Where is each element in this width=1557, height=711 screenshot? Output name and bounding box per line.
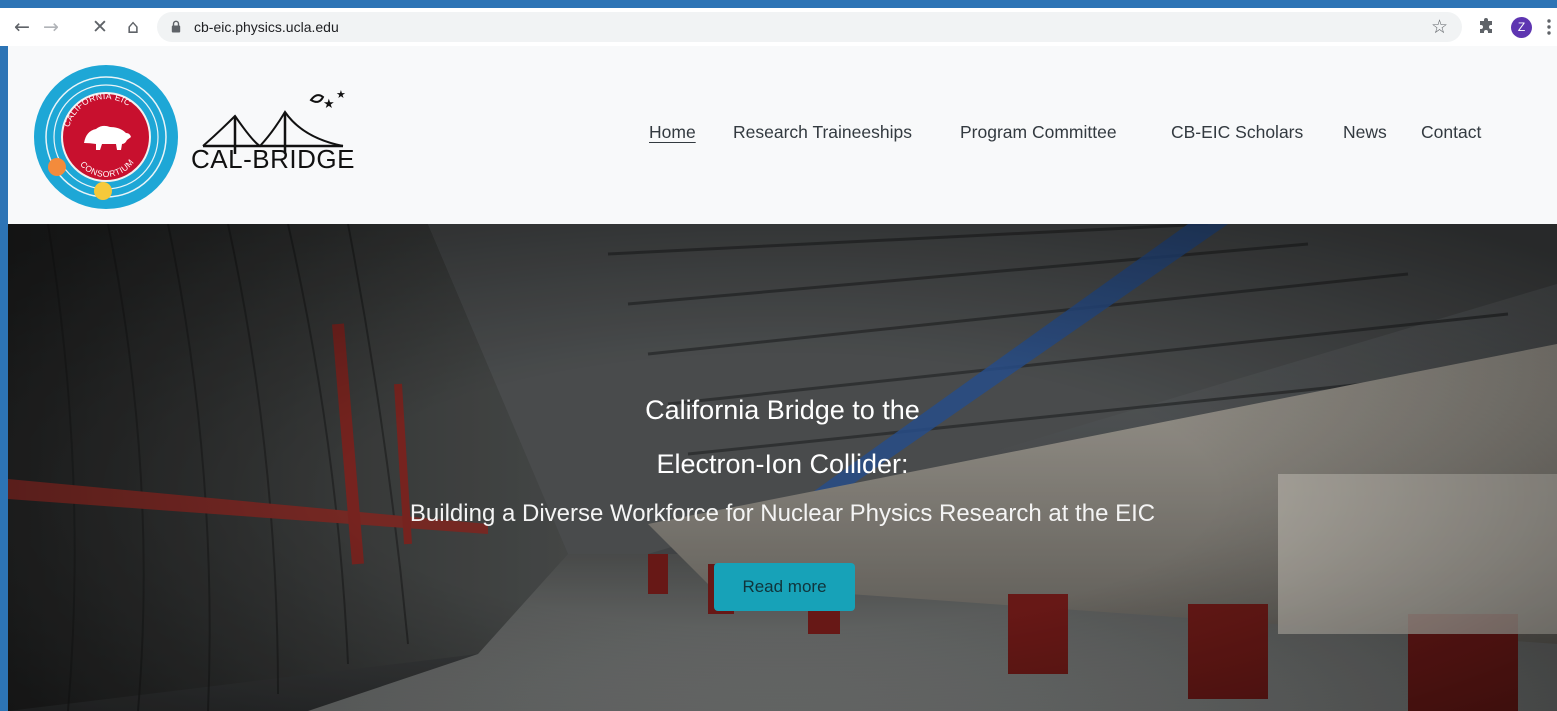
address-bar[interactable]: cb-eic.physics.ucla.edu ☆: [157, 12, 1462, 42]
nav-contact[interactable]: Contact: [1421, 122, 1481, 143]
bookmark-star-icon[interactable]: ☆: [1431, 12, 1448, 42]
main-navigation: Home Research Traineeships Program Commi…: [8, 46, 1557, 224]
nav-home[interactable]: Home: [649, 122, 696, 143]
hero-title: California Bridge to the Electron-Ion Co…: [8, 392, 1557, 482]
lock-icon: [171, 20, 181, 33]
browser-toolbar: ← → ✕ ⌂ cb-eic.physics.ucla.edu ☆ Z: [0, 8, 1557, 46]
home-icon[interactable]: ⌂: [119, 8, 147, 46]
stop-loading-icon[interactable]: ✕: [86, 8, 114, 46]
hero-title-line-1: California Bridge to the: [645, 395, 920, 425]
read-more-button[interactable]: Read more: [714, 563, 855, 611]
nav-research-traineeships[interactable]: Research Traineeships: [733, 122, 912, 143]
browser-window: ← → ✕ ⌂ cb-eic.physics.ucla.edu ☆ Z CALI…: [0, 0, 1557, 711]
web-page: CALIFORNIA EIC CONSORTIUM ★ ★ CAL-BRIDGE: [8, 46, 1557, 711]
site-header: CALIFORNIA EIC CONSORTIUM ★ ★ CAL-BRIDGE: [8, 46, 1557, 224]
hero-subtitle: Building a Diverse Workforce for Nuclear…: [409, 500, 1156, 527]
extensions-puzzle-icon[interactable]: [1476, 17, 1496, 37]
nav-program-committee[interactable]: Program Committee: [960, 122, 1117, 143]
url-text[interactable]: cb-eic.physics.ucla.edu: [194, 12, 339, 42]
back-arrow-icon[interactable]: ←: [8, 8, 36, 46]
nav-news[interactable]: News: [1343, 122, 1387, 143]
kebab-menu-icon[interactable]: [1546, 18, 1552, 36]
profile-avatar[interactable]: Z: [1511, 17, 1532, 38]
hero-title-line-2: Electron-Ion Collider:: [656, 449, 909, 479]
hero-banner: California Bridge to the Electron-Ion Co…: [8, 224, 1557, 711]
forward-arrow-icon[interactable]: →: [37, 8, 65, 46]
nav-cb-eic-scholars[interactable]: CB-EIC Scholars: [1171, 122, 1303, 143]
